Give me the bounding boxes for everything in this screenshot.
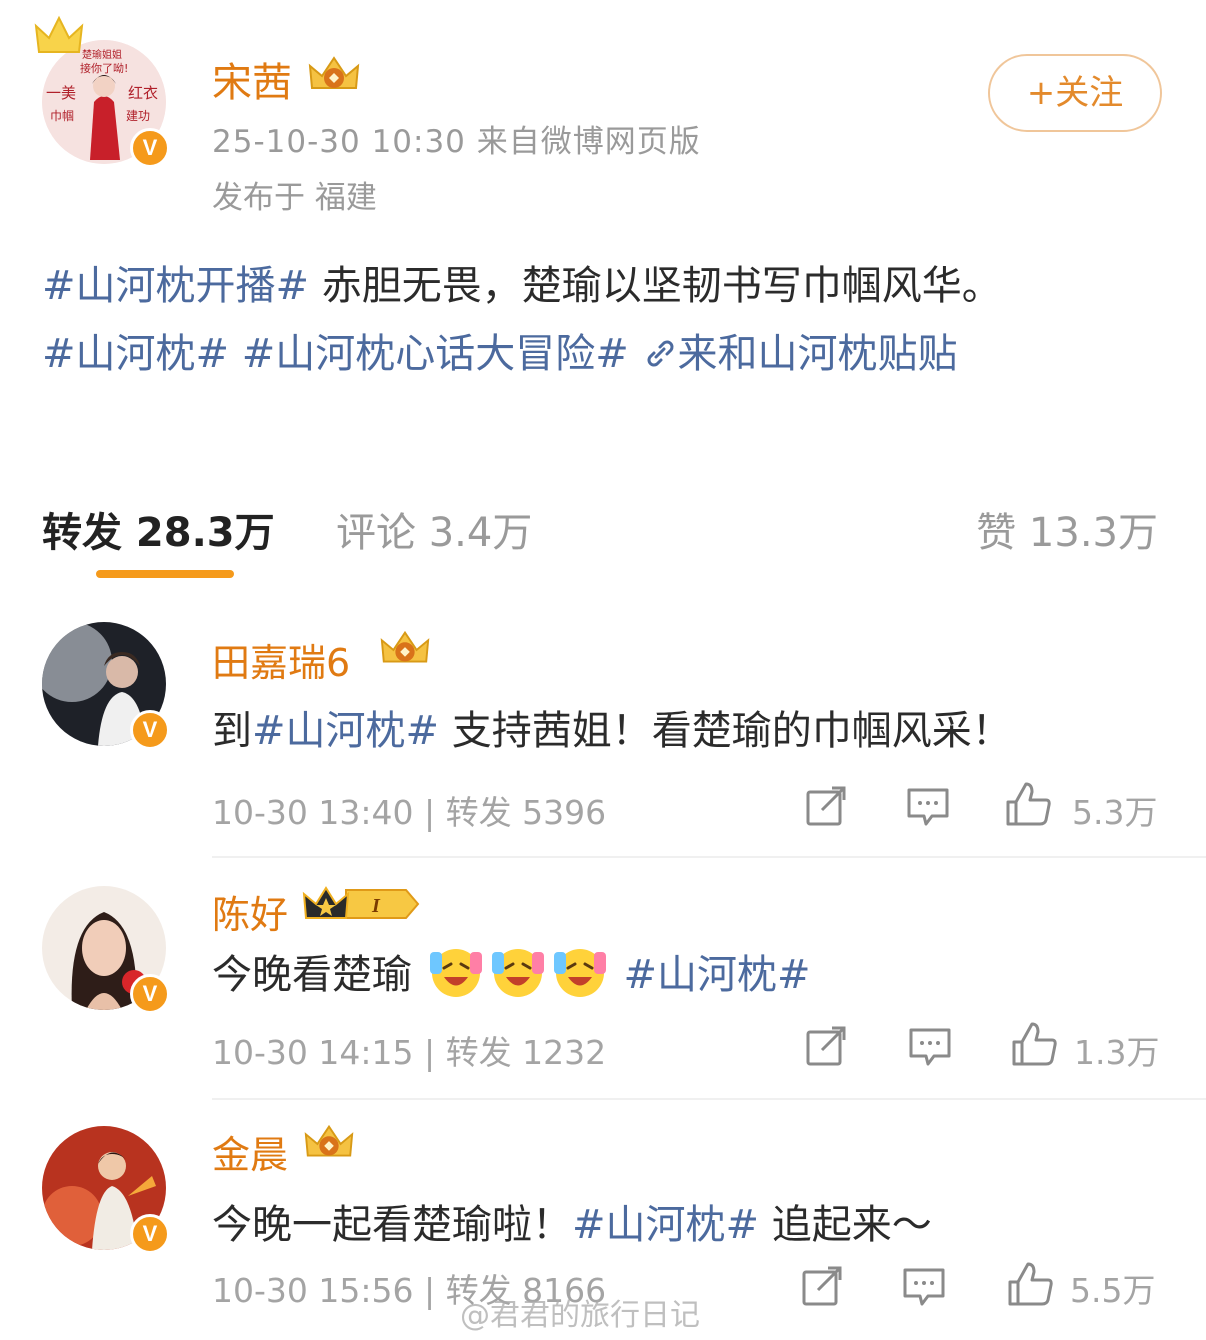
share-icon[interactable]	[804, 784, 848, 828]
svg-text:巾帼: 巾帼	[50, 109, 74, 123]
link-icon	[647, 340, 673, 367]
user-avatar[interactable]: V	[42, 886, 170, 1014]
like-icon[interactable]	[1004, 780, 1054, 828]
follow-button[interactable]: +关注	[988, 54, 1162, 132]
hashtag-link[interactable]: #山河枕心话大冒险#	[242, 331, 629, 377]
svg-text:一美: 一美	[46, 84, 76, 102]
repost-time: 10-30 15:56	[212, 1271, 414, 1310]
meta-separator: |	[413, 1271, 446, 1310]
author-name[interactable]: 宋茜	[212, 50, 292, 108]
svg-text:I: I	[371, 895, 381, 917]
user-avatar[interactable]: V	[42, 1126, 170, 1254]
hashtag-link[interactable]: #山河枕#	[572, 1202, 759, 1248]
username[interactable]: 田嘉瑞6	[212, 632, 350, 687]
laughing-crying-emoji-icon	[553, 949, 606, 997]
crown-decoration-icon	[34, 15, 84, 53]
tab-repost[interactable]: 转发 28.3万	[42, 500, 275, 558]
post-location: 发布于 福建	[212, 180, 377, 216]
repost-count[interactable]: 转发 5396	[446, 793, 606, 832]
repost-text: 今晚一起看楚瑜啦！#山河枕# 追起来～	[212, 1202, 932, 1248]
verified-badge-icon: V	[130, 1214, 170, 1254]
username[interactable]: 陈好	[212, 884, 288, 939]
post-body: #山河枕开播# 赤胆无畏，楚瑜以坚韧书写巾帼风华。 #山河枕# #山河枕心话大冒…	[42, 252, 1172, 388]
meta-separator: |	[413, 1033, 446, 1072]
like-count: 1.3万	[1074, 1033, 1160, 1072]
watermark: @君君的旅行日记	[460, 1298, 700, 1333]
vip-crown-icon	[308, 56, 360, 89]
vip-crown-icon	[304, 1124, 354, 1157]
meta-separator: |	[413, 793, 446, 832]
comment-icon[interactable]	[906, 786, 950, 828]
comment-icon[interactable]	[902, 1266, 946, 1308]
comment-icon[interactable]	[908, 1026, 952, 1068]
repost-text: 今晚看楚瑜 #山河枕#	[212, 942, 810, 1000]
verified-badge-icon: V	[130, 128, 170, 168]
link-label: 来和山河枕贴贴	[677, 331, 958, 377]
like-icon[interactable]	[1006, 1260, 1056, 1308]
repost-meta: 10-30 13:40 | 转发 5396	[212, 786, 606, 834]
repost-count[interactable]: 转发 1232	[446, 1033, 606, 1072]
hashtag-link[interactable]: #山河枕#	[252, 708, 439, 754]
verified-badge-icon: V	[130, 974, 170, 1014]
svg-text:红衣: 红衣	[128, 84, 158, 102]
divider	[212, 1098, 1206, 1100]
post-meta: 25-10-30 10:30 来自微博网页版	[212, 124, 701, 160]
repost-time: 10-30 14:15	[212, 1033, 414, 1072]
hashtag-link[interactable]: #山河枕#	[623, 952, 810, 998]
repost-meta: 10-30 14:15 | 转发 1232	[212, 1026, 606, 1074]
tab-comment[interactable]: 评论 3.4万	[336, 500, 532, 558]
repost-item: V 田嘉瑞6 到#山河枕# 支持茜姐！看楚瑜的巾帼风采！ 10-30 13:40…	[0, 620, 1206, 856]
hashtag-link[interactable]: #山河枕开播#	[42, 263, 309, 309]
web-link[interactable]: 来和山河枕贴贴	[642, 331, 958, 377]
post-text: 赤胆无畏，楚瑜以坚韧书写巾帼风华。	[309, 263, 1002, 309]
user-avatar[interactable]: V	[42, 622, 170, 750]
like-count: 5.5万	[1070, 1271, 1156, 1310]
username[interactable]: 金晨	[212, 1124, 288, 1179]
vip-crown-icon	[380, 630, 430, 663]
laughing-crying-emoji-icon	[491, 949, 544, 997]
tab-like[interactable]: 赞 13.3万	[976, 500, 1158, 558]
vip-badge-icon: I	[302, 886, 420, 919]
like-count: 5.3万	[1072, 793, 1158, 832]
repost-text: 到#山河枕# 支持茜姐！看楚瑜的巾帼风采！	[212, 708, 1012, 754]
laughing-crying-emoji-icon	[429, 949, 482, 997]
share-icon[interactable]	[800, 1264, 844, 1308]
hashtag-link[interactable]: #山河枕#	[42, 331, 229, 377]
verified-badge-icon: V	[130, 710, 170, 750]
svg-text:建功: 建功	[126, 109, 150, 123]
svg-text:楚瑜姐姐: 楚瑜姐姐	[82, 48, 122, 61]
like-icon[interactable]	[1010, 1020, 1060, 1068]
divider	[212, 856, 1206, 858]
svg-text:接你了呦!: 接你了呦!	[80, 61, 128, 75]
share-icon[interactable]	[804, 1024, 848, 1068]
repost-item: V 陈好 I 今晚看楚瑜 #山河枕# 10-30 14:15 | 转发 1232	[0, 884, 1206, 1094]
author-avatar[interactable]: 楚瑜姐姐 接你了呦! 一美 红衣 巾帼 建功 V	[34, 15, 170, 168]
repost-time: 10-30 13:40	[212, 793, 414, 832]
active-tab-indicator	[96, 570, 234, 578]
